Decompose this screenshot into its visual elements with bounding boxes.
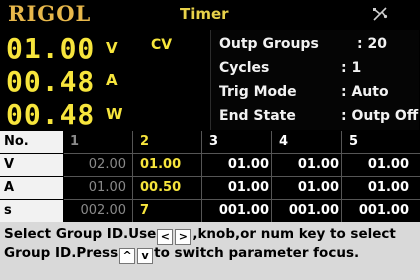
help-message: Select Group ID.Use < > ,knob,or num key to… <box>0 222 420 280</box>
cycles-label: Cycles <box>219 60 270 76</box>
usb-icon <box>373 7 388 21</box>
voltage-unit: V <box>106 39 118 57</box>
table-row: A 01.00 00.50 01.00 01.00 01.00 <box>0 177 420 199</box>
table-cell[interactable]: 001.00 <box>203 200 273 222</box>
timer-settings-panel: Outp Groups : 20 Cycles : 1 Trig Mode : … <box>210 30 419 130</box>
table-cell[interactable]: 001.00 <box>273 200 343 222</box>
grid-line <box>64 153 420 154</box>
current-unit: A <box>106 71 118 89</box>
row-label-voltage: V <box>0 154 63 176</box>
table-cell-selected[interactable]: 7 <box>134 200 204 222</box>
table-cell-selected[interactable]: 00.50 <box>134 177 204 199</box>
help-text: Select Group ID.Use < > ,knob,or num key to… <box>4 226 416 264</box>
arrow-right-icon: > <box>175 229 192 245</box>
help-text-part1: Select Group ID.Use <box>4 226 157 242</box>
brand-logo: RIGOL <box>8 1 92 26</box>
grid-line <box>271 131 272 222</box>
arrow-down-icon: v <box>137 248 154 264</box>
grid-line <box>132 131 133 222</box>
timer-group-table: No. 1 2 3 4 5 V 02.00 01.00 01.00 01.00 … <box>0 131 420 222</box>
grid-line <box>64 199 420 200</box>
trig-mode-label: Trig Mode <box>219 84 297 100</box>
column-header-2[interactable]: 2 <box>134 131 204 153</box>
row-label-current: A <box>0 177 63 199</box>
table-header-row: No. 1 2 3 4 5 <box>0 131 420 153</box>
arrow-left-icon: < <box>157 229 174 245</box>
column-header-4[interactable]: 4 <box>273 131 349 153</box>
voltage-readout: 01.00 <box>6 32 96 65</box>
table-cell[interactable]: 01.00 <box>343 177 413 199</box>
column-header-1[interactable]: 1 <box>64 131 138 153</box>
table-cell[interactable]: 001.00 <box>343 200 413 222</box>
power-readout: 00.48 <box>6 98 96 131</box>
table-cell[interactable]: 01.00 <box>273 177 343 199</box>
grid-line <box>201 131 202 222</box>
table-cell[interactable]: 02.00 <box>64 154 132 176</box>
end-state-label: End State <box>219 108 296 124</box>
table-cell[interactable]: 01.00 <box>64 177 132 199</box>
column-header-5[interactable]: 5 <box>343 131 419 153</box>
table-cell[interactable]: 002.00 <box>64 200 132 222</box>
page-title: Timer <box>180 5 229 23</box>
column-header-no: No. <box>0 131 63 153</box>
cycles-value: : 1 <box>341 60 362 76</box>
table-cell-selected[interactable]: 01.00 <box>134 154 204 176</box>
regulation-mode: CV <box>151 37 173 53</box>
trig-mode-value: : Auto <box>341 84 389 100</box>
outp-groups-label: Outp Groups <box>219 36 319 52</box>
column-header-3[interactable]: 3 <box>203 131 279 153</box>
measurement-panel: 01.00 V CV 00.48 A 00.48 W <box>6 30 202 131</box>
arrow-up-icon: ^ <box>119 248 136 264</box>
table-row: s 002.00 7 001.00 001.00 001.00 <box>0 200 420 222</box>
grid-line <box>64 176 420 177</box>
table-cell[interactable]: 01.00 <box>203 177 273 199</box>
table-cell[interactable]: 01.00 <box>343 154 413 176</box>
power-unit: W <box>106 105 123 123</box>
table-cell[interactable]: 01.00 <box>273 154 343 176</box>
end-state-value: : Outp Off <box>341 108 419 124</box>
title-bar: RIGOL Timer <box>0 0 420 28</box>
table-row: V 02.00 01.00 01.00 01.00 01.00 <box>0 154 420 176</box>
row-label-time: s <box>0 200 63 222</box>
grid-line <box>341 131 342 222</box>
outp-groups-value: : 20 <box>357 36 387 52</box>
table-cell[interactable]: 01.00 <box>203 154 273 176</box>
help-text-part3: to switch parameter focus. <box>154 245 360 261</box>
current-readout: 00.48 <box>6 65 96 98</box>
